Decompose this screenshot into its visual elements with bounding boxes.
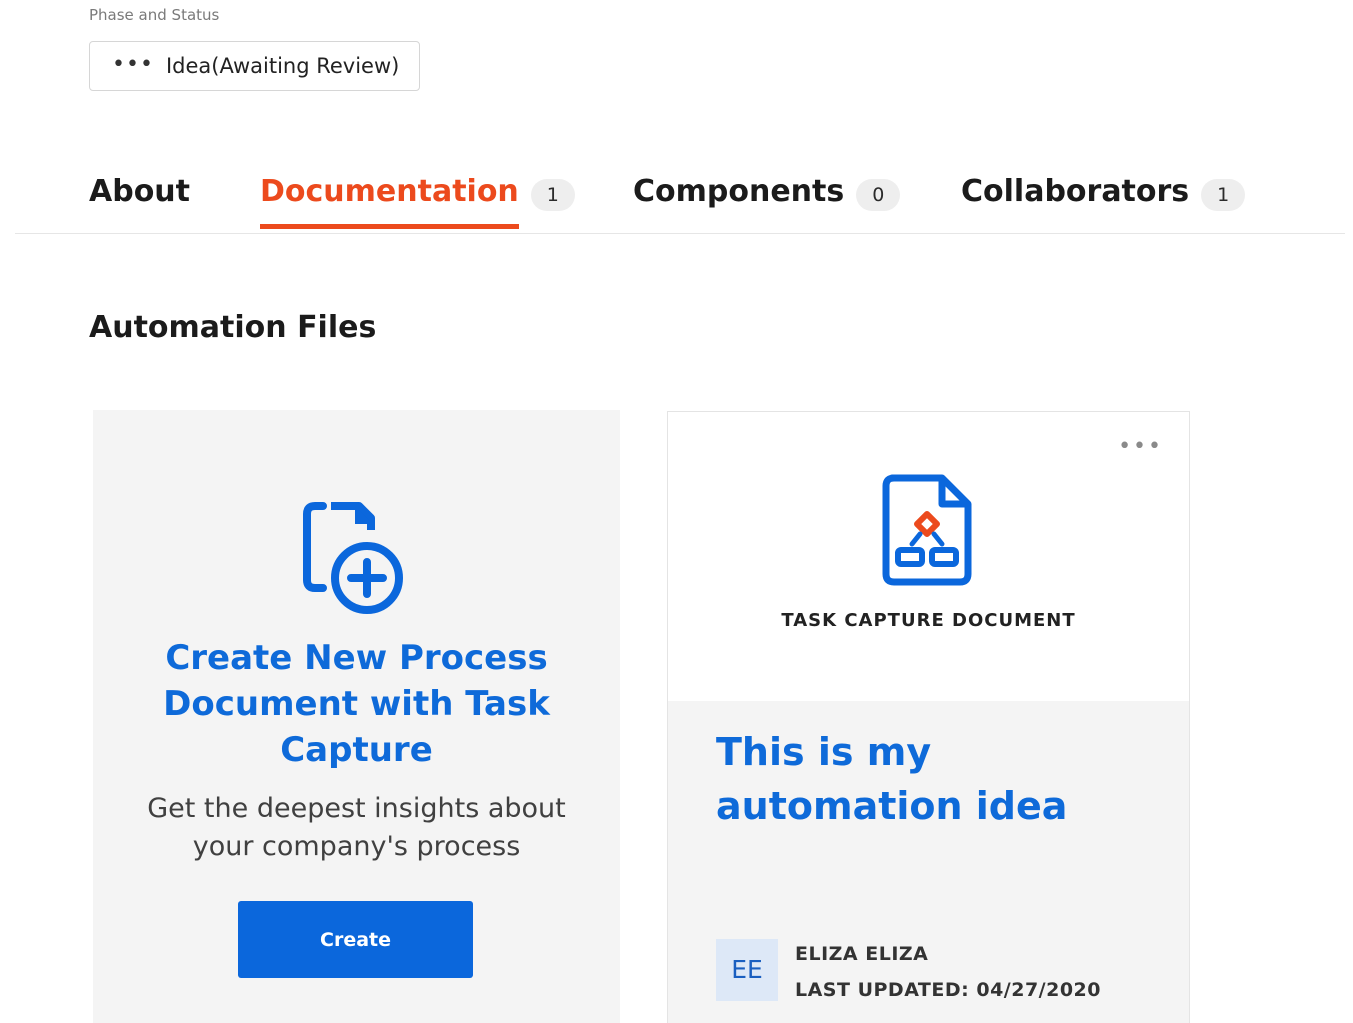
tab-count-badge: 0 (856, 179, 901, 211)
phase-status-dropdown[interactable]: ••• Idea(Awaiting Review) (89, 41, 420, 91)
tab-label: Documentation (260, 174, 519, 229)
phase-status-value: Idea(Awaiting Review) (165, 54, 400, 78)
tab-label: About (89, 174, 191, 209)
section-title: Automation Files (89, 310, 377, 345)
page: Phase and Status ••• Idea(Awaiting Revie… (0, 0, 1353, 1023)
tab-documentation[interactable]: Documentation 1 (260, 160, 575, 234)
tab-label: Collaborators (961, 174, 1190, 209)
create-document-card: Create New Process Document with Task Ca… (93, 410, 620, 1023)
tab-about[interactable]: About (89, 160, 190, 234)
tab-count-badge: 1 (1201, 179, 1246, 211)
tab-label: Components (633, 174, 845, 209)
last-updated: LAST UPDATED: 04/27/2020 (795, 979, 1101, 1001)
file-add-icon (303, 502, 403, 614)
tab-components[interactable]: Components 0 (633, 160, 901, 234)
create-card-description: Get the deepest insights about your comp… (147, 793, 566, 862)
tab-count-badge: 1 (530, 179, 575, 211)
tab-bar: About Documentation 1 Components 0 Colla… (15, 160, 1345, 234)
more-options-icon[interactable]: ••• (1118, 434, 1163, 459)
document-card-body: This is my automation idea EE ELIZA ELIZ… (668, 701, 1189, 1023)
author-name: ELIZA ELIZA (795, 943, 929, 965)
phase-status-label: Phase and Status (89, 6, 220, 24)
process-document-icon (882, 474, 972, 586)
document-title[interactable]: This is my automation idea (716, 725, 1146, 833)
avatar: EE (716, 939, 778, 1001)
create-card-title[interactable]: Create New Process Document with Task Ca… (133, 635, 580, 773)
tab-collaborators[interactable]: Collaborators 1 (961, 160, 1246, 234)
create-button[interactable]: Create (238, 901, 473, 978)
document-card[interactable]: ••• TASK CAPTURE DOCUMENT This is my aut… (667, 411, 1190, 1023)
document-type-label: TASK CAPTURE DOCUMENT (781, 610, 1076, 631)
more-dots-icon: ••• (112, 51, 154, 77)
